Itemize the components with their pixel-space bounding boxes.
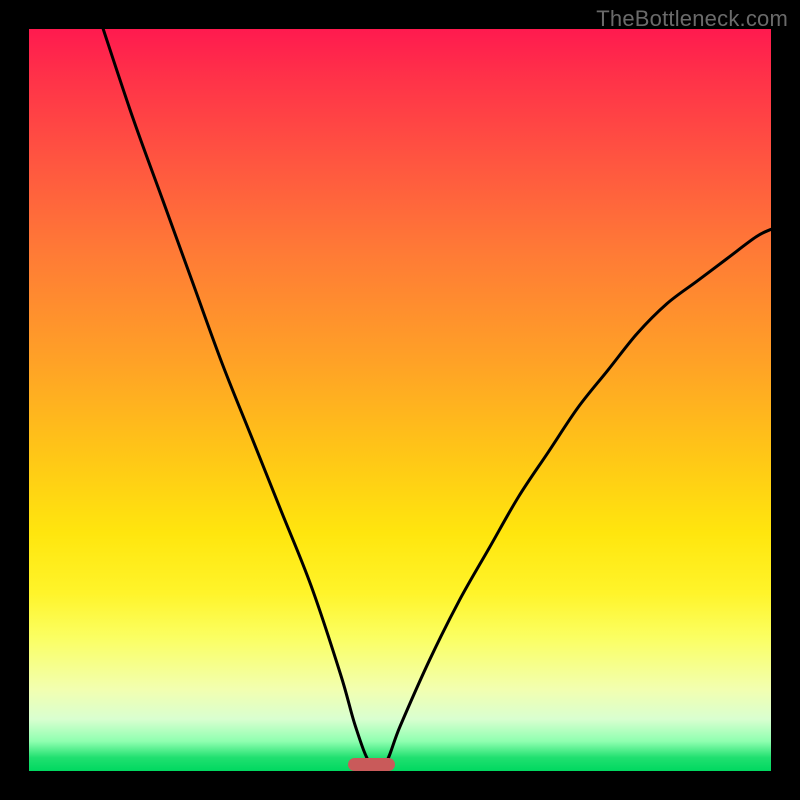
minimum-marker [348,758,395,771]
plot-area [29,29,771,771]
chart-stage: TheBottleneck.com [0,0,800,800]
bottleneck-curve-path [103,29,771,768]
curve-layer [29,29,771,771]
